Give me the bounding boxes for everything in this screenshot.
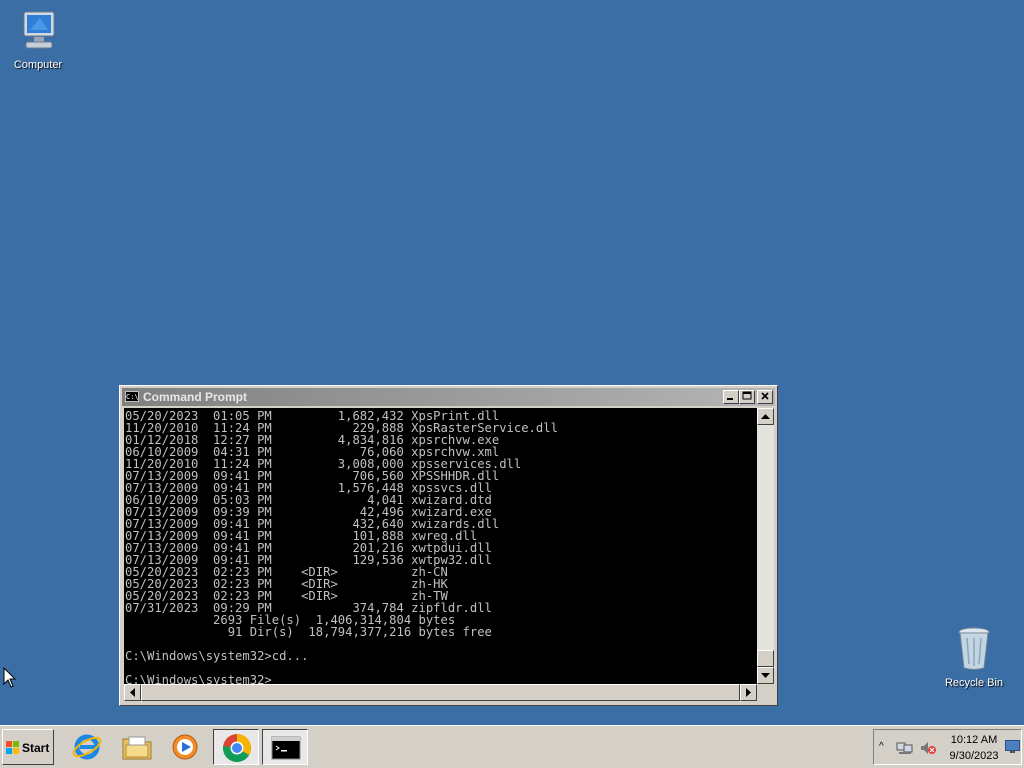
close-icon — [761, 392, 769, 400]
size-grip[interactable] — [757, 684, 774, 701]
scroll-left-button[interactable] — [124, 684, 141, 701]
arrow-down-icon — [761, 673, 770, 678]
scroll-down-button[interactable] — [757, 667, 774, 684]
command-prompt-window[interactable]: C:\ Command Prompt 05/20/2023 01:05 PM 1… — [119, 385, 778, 706]
taskbar-command-prompt[interactable] — [262, 729, 308, 765]
minimize-button[interactable] — [723, 390, 739, 404]
vertical-scroll-thumb[interactable] — [757, 650, 774, 667]
ie-icon — [72, 734, 102, 760]
taskbar-windows-explorer[interactable] — [114, 729, 160, 765]
desktop-icon-computer[interactable]: Computer — [0, 8, 76, 71]
maximize-icon — [742, 391, 752, 400]
arrow-left-icon — [129, 688, 135, 697]
clock-date[interactable]: 9/30/2023 — [934, 750, 1014, 762]
system-tray: ^ 10:12 AM 9/30/2023 — [873, 729, 1022, 765]
network-icon[interactable] — [896, 741, 914, 755]
mouse-cursor-icon — [3, 667, 17, 688]
console-text: 05/20/2023 01:05 PM 1,682,432 XpsPrint.d… — [125, 409, 558, 684]
taskbar-media-player[interactable] — [162, 729, 208, 765]
media-player-icon — [172, 734, 198, 760]
scroll-right-button[interactable] — [740, 684, 757, 701]
maximize-button[interactable] — [739, 390, 755, 404]
horizontal-scrollbar[interactable] — [124, 684, 757, 701]
folder-icon — [122, 736, 152, 760]
vertical-scrollbar[interactable] — [757, 408, 774, 684]
scroll-up-button[interactable] — [757, 408, 774, 425]
start-label: Start — [22, 741, 50, 755]
cmd-icon: C:\ — [125, 391, 139, 402]
windows-logo-icon — [6, 741, 19, 754]
arrow-up-icon — [761, 414, 770, 419]
show-desktop-icon[interactable] — [1005, 740, 1020, 753]
taskbar: Start ^ 10:12 AM 9/30/2023 — [0, 725, 1024, 768]
arrow-right-icon — [745, 688, 751, 697]
chrome-icon — [223, 734, 251, 762]
clock-time[interactable]: 10:12 AM — [934, 734, 1014, 746]
window-titlebar[interactable]: C:\ Command Prompt — [122, 388, 775, 406]
taskbar-chrome[interactable] — [213, 729, 259, 765]
desktop-icon-recycle-bin[interactable]: Recycle Bin — [936, 624, 1012, 689]
horizontal-scroll-thumb[interactable] — [141, 684, 740, 701]
recycle-bin-icon — [958, 627, 990, 670]
taskbar-internet-explorer[interactable] — [64, 729, 110, 765]
minimize-icon — [727, 398, 733, 400]
desktop-icon-label: Recycle Bin — [944, 677, 1004, 689]
window-title: Command Prompt — [143, 390, 248, 404]
console-output[interactable]: 05/20/2023 01:05 PM 1,682,432 XpsPrint.d… — [124, 408, 757, 684]
cmd-icon — [271, 736, 301, 760]
close-button[interactable] — [757, 390, 773, 404]
computer-icon — [23, 11, 55, 49]
start-button[interactable]: Start — [2, 729, 54, 765]
show-hidden-icons-button[interactable]: ^ — [879, 741, 884, 752]
desktop-icon-label: Computer — [13, 59, 63, 71]
